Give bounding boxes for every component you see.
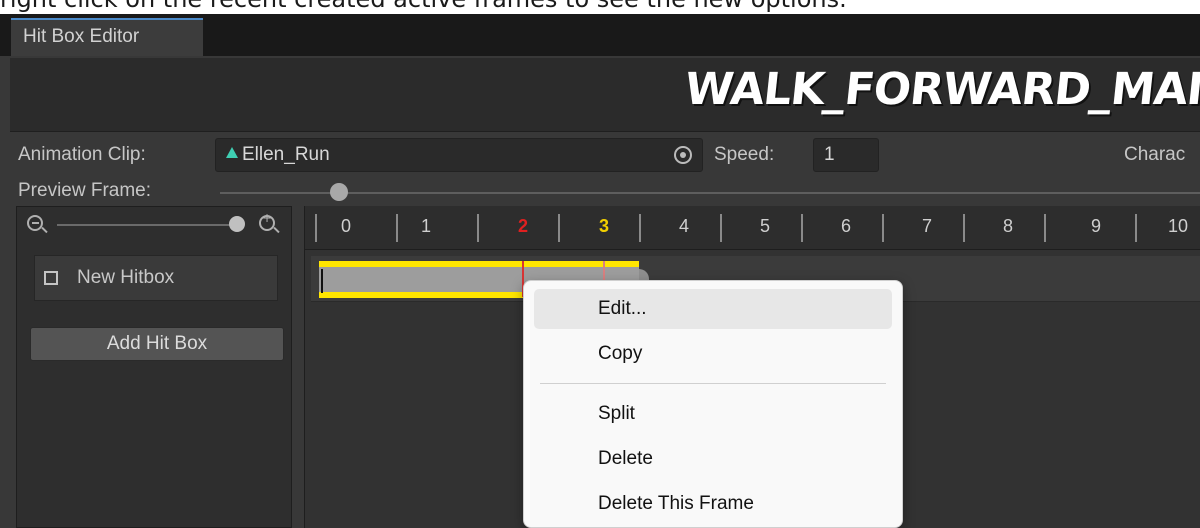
preview-frame-row: Preview Frame: — [10, 176, 1200, 210]
frame-number: 9 — [1090, 216, 1101, 236]
ruler-tick — [1044, 214, 1046, 242]
ruler-tick — [963, 214, 965, 242]
ruler-tick — [558, 214, 560, 242]
ruler-tick — [315, 214, 317, 242]
ruler-tick — [720, 214, 722, 242]
instruction-caption: right click on the recent created active… — [0, 0, 1200, 14]
speed-input[interactable]: 1 — [813, 138, 879, 172]
frame-number: 4 — [678, 216, 689, 236]
clip-title-banner: WALK_FORWARD_MAI — [10, 58, 1200, 132]
menu-item-delete-this-frame[interactable]: Delete This Frame — [534, 484, 892, 524]
hitbox-label: New Hitbox — [77, 267, 175, 288]
frame-number-current: 3 — [598, 216, 609, 236]
menu-item-delete[interactable]: Delete — [534, 439, 892, 479]
zoom-slider-track[interactable] — [57, 224, 237, 226]
menu-item-split[interactable]: Split — [534, 394, 892, 434]
character-label: Charac — [1124, 144, 1186, 165]
zoom-slider-thumb[interactable] — [229, 216, 245, 232]
frame-number: 0 — [340, 216, 351, 236]
animation-clip-row: Animation Clip: Ellen_Run Speed: 1 Chara… — [10, 138, 1200, 174]
speed-label: Speed: — [714, 144, 775, 165]
frame-number: 5 — [759, 216, 770, 236]
frame-number: 1 — [420, 216, 431, 236]
animation-clip-value: Ellen_Run — [242, 144, 330, 165]
animation-clip-label: Animation Clip: — [18, 144, 146, 165]
frame-ruler[interactable]: 0 1 2 3 4 5 6 7 8 9 10 — [305, 206, 1200, 250]
hitbox-list-item[interactable]: New Hitbox — [34, 255, 278, 301]
ruler-tick — [396, 214, 398, 242]
ruler-tick — [1135, 214, 1137, 242]
animation-clip-field[interactable]: Ellen_Run — [215, 138, 703, 172]
tab-hit-box-editor[interactable]: Hit Box Editor — [11, 18, 203, 56]
ruler-tick — [882, 214, 884, 242]
menu-separator — [540, 383, 886, 384]
add-hit-box-button[interactable]: Add Hit Box — [30, 327, 284, 361]
context-menu: Edit... Copy Split Delete Delete This Fr… — [523, 280, 903, 528]
zoom-out-icon[interactable] — [27, 215, 43, 231]
ruler-tick — [801, 214, 803, 242]
zoom-in-icon[interactable] — [259, 211, 275, 231]
object-picker-icon[interactable] — [674, 146, 692, 164]
tab-bar: Hit Box Editor — [0, 14, 1200, 56]
range-start-handle[interactable] — [321, 269, 323, 293]
hitbox-checkbox[interactable] — [44, 271, 58, 285]
frame-number: 6 — [840, 216, 851, 236]
frame-number: 8 — [1002, 216, 1013, 236]
ruler-tick — [639, 214, 641, 242]
menu-item-edit[interactable]: Edit... — [534, 289, 892, 329]
preview-frame-label: Preview Frame: — [18, 180, 152, 201]
hitbox-list-panel: New Hitbox Add Hit Box — [16, 206, 292, 528]
preview-frame-slider-thumb[interactable] — [330, 183, 348, 201]
frame-number-active: 2 — [517, 216, 528, 236]
menu-item-copy[interactable]: Copy — [534, 334, 892, 374]
ruler-tick — [477, 214, 479, 242]
frame-number: 10 — [1167, 216, 1189, 236]
animation-clip-icon — [226, 147, 238, 158]
preview-frame-slider-track[interactable] — [220, 192, 1200, 194]
frame-number: 7 — [921, 216, 932, 236]
clip-title: WALK_FORWARD_MAI — [682, 64, 1200, 115]
active-frames-highlight-top — [319, 261, 639, 267]
